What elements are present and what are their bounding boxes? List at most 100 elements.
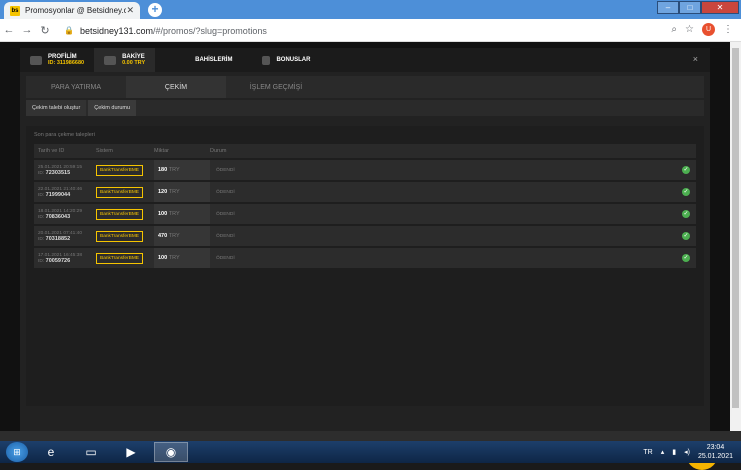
reload-icon[interactable]: ↻ [36,24,54,37]
check-icon: ✓ [682,188,690,196]
tab-bar: PARA YATIRMA ÇEKİM İŞLEM GEÇMİŞİ [26,76,704,98]
payment-system-badge: BankTransferBME [96,208,144,220]
row-amount: 470 [158,233,168,239]
table-row: 20.01.2021 07:41:40 ID: 70318852 BankTran… [34,226,696,246]
table-header: Tarih ve ID Sistem Miktar Durum [34,144,696,158]
tray-expand-icon[interactable]: ▴ [661,448,665,456]
bookmark-star-icon[interactable]: ☆ [685,24,694,35]
row-currency: TRY [168,233,180,239]
table-row: 25.01.2021 20:59:15 ID: 72303515 BankTran… [34,160,696,180]
row-id: 72303515 [45,169,71,176]
table-row: 17.01.2021 16:45:38 ID: 70059726 BankTran… [34,248,696,268]
back-icon[interactable]: ← [0,24,18,36]
check-icon: ✓ [682,254,690,262]
page-bottom-strip [0,431,741,441]
modal-close-icon[interactable]: × [693,54,698,64]
close-window-button[interactable]: ✕ [701,1,739,14]
col-date-id: Tarih ve ID [38,148,65,154]
col-amount: Miktar [154,148,169,154]
payment-system-badge: BankTransferBME [96,164,144,176]
scrollbar-thumb[interactable] [732,48,739,408]
start-button[interactable]: ⊞ [6,442,28,462]
row-id: 71999044 [45,191,71,198]
modal-header: PROFİLİM ID: 311986680 BAKİYE 0.00 TRY B… [20,48,710,72]
wallet-icon [104,55,117,65]
row-id-prefix: ID: [38,192,45,198]
section-title: Son para çekme talepleri [34,132,95,138]
withdraw-status-tab[interactable]: Çekim durumu [88,100,137,116]
profile-icon [30,55,42,65]
balance-menu[interactable]: BAKİYE 0.00 TRY [94,48,156,72]
maximize-button[interactable]: □ [679,1,701,14]
browser-tab[interactable]: bs Promosyonlar @ Betsidney.com ✕ [4,2,140,19]
row-amount: 120 [158,189,168,195]
balance-value: 0.00 TRY [122,60,146,66]
check-icon: ✓ [682,232,690,240]
tab-withdraw[interactable]: ÇEKİM [126,76,226,98]
lock-icon: 🔒 [64,26,74,35]
payment-system-badge: BankTransferBME [96,186,144,198]
tab-history[interactable]: İŞLEM GEÇMİŞİ [226,76,326,98]
bets-label: BAHİSLERİM [195,57,233,63]
clock-time: 23:04 [706,444,725,451]
new-tab-button[interactable]: + [148,3,162,17]
col-system: Sistem [96,148,113,154]
profile-menu[interactable]: PROFİLİM ID: 311986680 [20,48,94,72]
ie-taskbar-icon[interactable]: e [34,442,68,462]
forward-icon[interactable]: → [18,24,36,36]
row-status: ÖDENDİ [216,190,235,195]
toolbar-actions: ⌕ ☆ U ⋮ [671,23,733,36]
bets-menu[interactable]: BAHİSLERİM [185,48,242,72]
browser-toolbar: ← → ↻ 🔒 betsidney131.com /#/promos/?slug… [0,19,741,42]
row-id: 70836043 [45,213,71,220]
bonus-menu[interactable]: BONUSLAR [252,48,320,72]
account-modal: PROFİLİM ID: 311986680 BAKİYE 0.00 TRY B… [20,48,710,431]
gift-icon [262,55,271,65]
row-status: ÖDENDİ [216,212,235,217]
url-host: betsidney131.com [79,25,154,36]
tab-deposit[interactable]: PARA YATIRMA [26,76,126,98]
row-currency: TRY [168,167,180,173]
row-id-prefix: ID: [38,170,45,176]
browser-tab-strip: bs Promosyonlar @ Betsidney.com ✕ + – □ … [0,0,741,19]
chrome-taskbar-icon[interactable]: ◉ [154,442,188,462]
volume-icon[interactable]: ◂) [684,448,690,456]
close-tab-icon[interactable]: ✕ [126,5,134,16]
table-row: 18.01.2021 14:20:29 ID: 70836043 BankTran… [34,204,696,224]
minimize-button[interactable]: – [657,1,679,14]
row-amount: 100 [158,255,168,261]
network-icon[interactable]: ▮ [672,448,676,456]
zoom-icon[interactable]: ⌕ [671,24,677,35]
row-status: ÖDENDİ [216,234,235,239]
bonus-label: BONUSLAR [276,57,311,63]
address-bar[interactable]: 🔒 betsidney131.com /#/promos/?slug=promo… [64,22,664,39]
system-tray: TR ▴ ▮ ◂) 23:04 25.01.2021 [643,443,733,461]
row-currency: TRY [168,189,180,195]
check-icon: ✓ [682,166,690,174]
favicon-icon: bs [10,5,20,16]
row-amount: 180 [158,167,168,173]
row-id-prefix: ID: [38,236,45,242]
row-currency: TRY [168,255,180,261]
clock-date: 25.01.2021 [697,453,733,460]
page-scrollbar[interactable] [730,42,741,431]
row-id: 70059726 [45,257,71,264]
create-withdraw-request-tab[interactable]: Çekim talebi oluştur [26,100,87,116]
payment-system-badge: BankTransferBME [96,230,144,242]
profile-avatar[interactable]: U [702,23,715,36]
tab-title: Promosyonlar @ Betsidney.com [25,6,127,15]
row-id: 70318852 [45,235,71,242]
media-player-taskbar-icon[interactable]: ▶ [114,442,148,462]
check-icon: ✓ [682,210,690,218]
window-controls: – □ ✕ [657,1,739,14]
explorer-taskbar-icon[interactable]: ▭ [74,442,108,462]
language-indicator[interactable]: TR [643,449,652,456]
withdraw-requests-panel: Son para çekme talepleri Tarih ve ID Sis… [26,126,704,406]
windows-taskbar: ⊞ e ▭ ▶ ◉ TR ▴ ▮ ◂) 23:04 25.01.2021 [0,441,741,463]
menu-icon[interactable]: ⋮ [723,24,733,35]
row-status: ÖDENDİ [216,256,235,261]
profile-id: ID: 311986680 [48,60,85,66]
withdraw-table: Tarih ve ID Sistem Miktar Durum 25.01.20… [34,144,696,268]
withdraw-subtabs: Çekim talebi oluştur Çekim durumu [26,100,704,116]
taskbar-clock[interactable]: 23:04 25.01.2021 [698,443,733,461]
